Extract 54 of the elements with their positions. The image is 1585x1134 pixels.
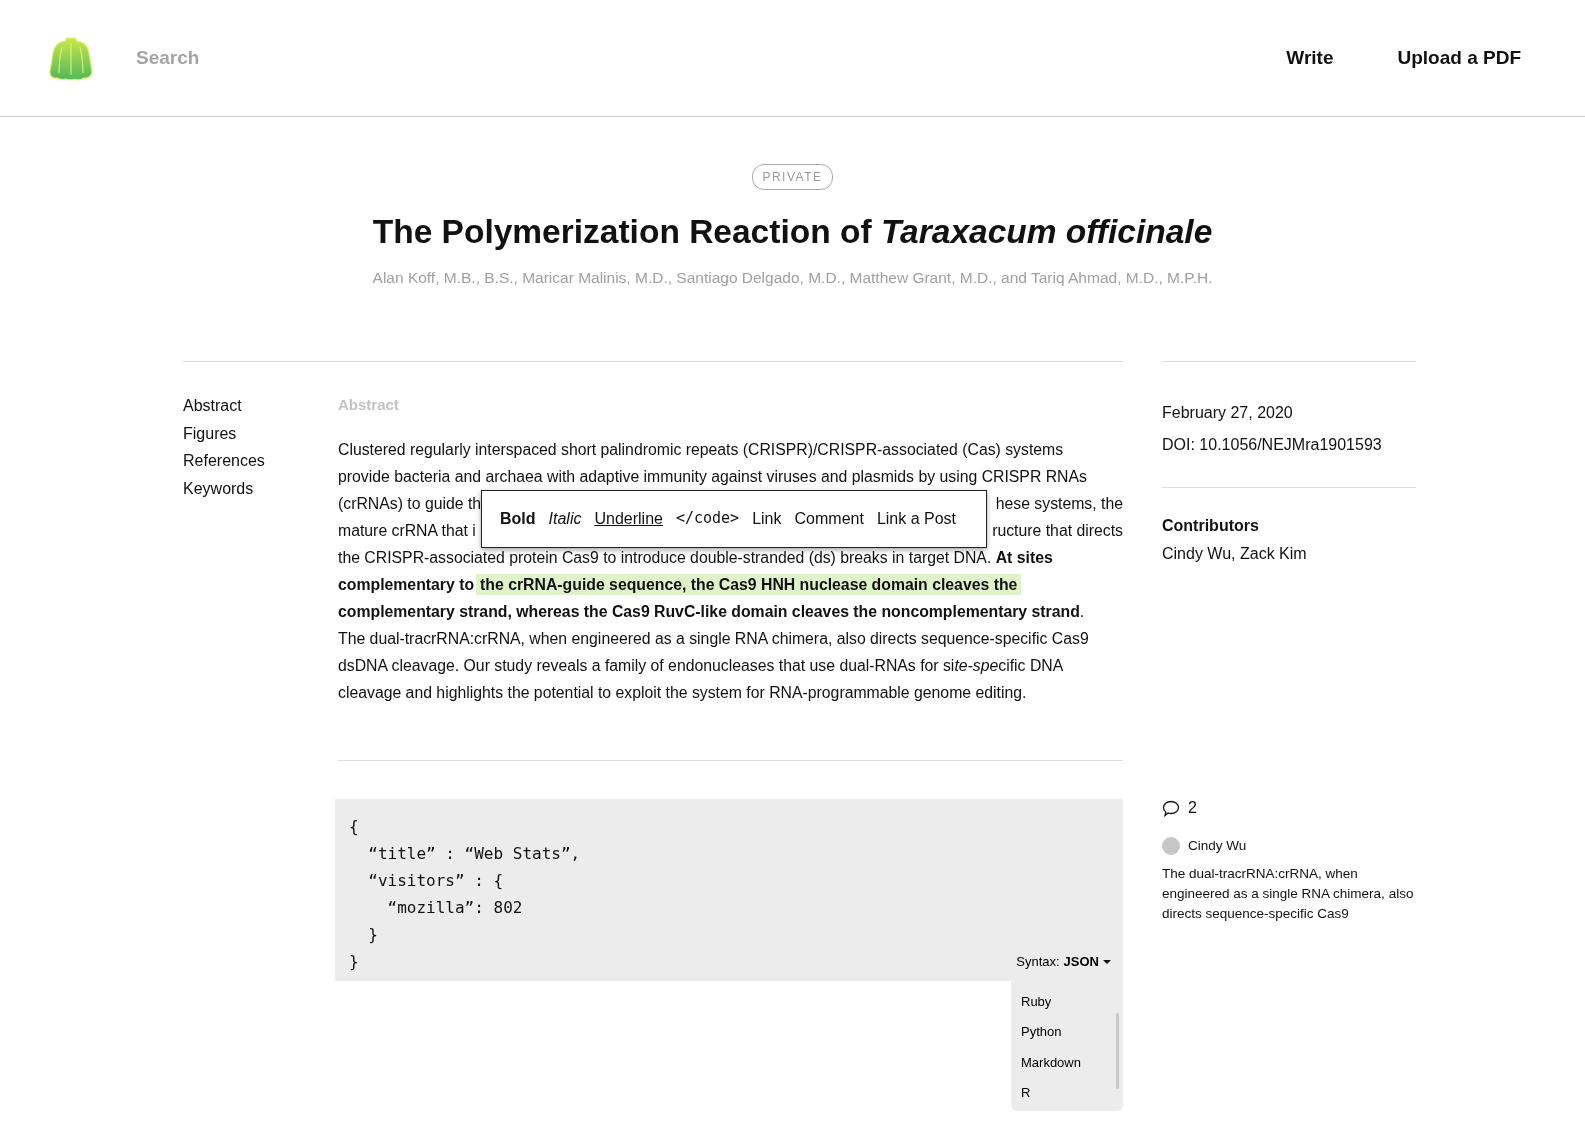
toolbar-button[interactable]: Bold <box>500 505 536 533</box>
contributors-heading: Contributors <box>1162 516 1260 537</box>
text-fragment: mature crRNA that i <box>338 520 476 541</box>
code-line: { <box>349 815 359 838</box>
text-fragment: te-spe <box>954 656 999 674</box>
text-fragment: hese systems, the <box>995 493 1123 514</box>
comment-icon[interactable] <box>1162 799 1180 817</box>
toc-link[interactable]: Abstract <box>183 392 338 420</box>
paragraph-line: Clustered regularly interspaced short palindromic repeats (CRISPR)/CRISPR-associated (Cas) systems <box>338 439 1065 460</box>
section-heading: Abstract <box>338 395 400 416</box>
code-line: “visitors” : { <box>367 869 504 892</box>
toolbar-button[interactable]: Comment <box>794 505 864 533</box>
author-list: Alan Koff, M.B., B.S., Maricar Malinis, M.D., Santiago Delgado, M.D., Matthew Grant, M.D., and Tariq Ahmad, M.D., M.P.H. <box>0 266 1585 290</box>
menu-item[interactable]: R <box>1011 1078 1123 1109</box>
comment-author: Cindy Wu <box>1188 837 1247 856</box>
code-line: “mozilla”: 802 <box>386 896 523 919</box>
paragraph-line: complementary strand, whereas the Cas9 RuvC-like domain cleaves the noncomplementary strand. <box>338 601 1086 622</box>
code-line: } <box>367 923 378 946</box>
search-field[interactable]: Search <box>134 42 434 74</box>
menu-item[interactable]: Markdown <box>1011 1047 1123 1079</box>
paragraph-line: The dual-tracrRNA:crRNA, when engineered as a single RNA chimera, also directs sequence-specific Cas9 <box>338 628 1090 649</box>
toc-link[interactable]: Keywords <box>183 474 338 503</box>
paragraph-line: cleavage and highlights the potential to exploit the system for RNA-programmable genome editing. <box>338 682 1028 703</box>
doi-text: DOI: 10.1056/NEJMra1901593 <box>1162 435 1383 456</box>
toolbar-button[interactable]: Underline <box>594 505 663 533</box>
paragraph-line: the CRISPR-associated protein Cas9 to introduce double-stranded (ds) breaks in target DNA. At sites <box>338 547 1054 568</box>
publication-date: February 27, 2020 <box>1162 403 1294 424</box>
text-fragment: dsDNA cleavage. Our study reveals a family of endonucleases that use dual-RNAs for si <box>338 656 955 674</box>
text-fragment: ructure that directs <box>992 520 1123 541</box>
nav-link[interactable]: Write <box>1286 43 1334 73</box>
comment-count: 2 <box>1188 798 1197 819</box>
highlighted-text: the crRNA-guide sequence, the Cas9 HNH nuclease domain cleaves the <box>476 573 1022 595</box>
code-line: “title” : “Web Stats”, <box>367 842 581 865</box>
text-fragment: cific DNA <box>998 656 1064 674</box>
toolbar-button[interactable]: Link <box>752 505 782 533</box>
toolbar-button[interactable]: Italic <box>548 505 582 533</box>
article-title: The Polymerization Reaction of Taraxacum officinale <box>371 212 1214 252</box>
avatar-icon <box>1162 837 1180 856</box>
toc-link[interactable]: Figures <box>183 419 338 448</box>
nav-link[interactable]: Upload a PDF <box>1397 43 1521 73</box>
toolbar-button[interactable]: </code> <box>675 505 740 533</box>
contributor-names: Cindy Wu, Zack Kim <box>1162 544 1308 565</box>
paragraph-line: provide bacteria and archaea with adaptive immunity against viruses and plasmids by using CRISPR RNAs <box>338 466 1088 487</box>
menu-item[interactable]: Python <box>1011 1017 1123 1048</box>
caret-icon <box>1103 960 1111 965</box>
syntax-dropdown[interactable]: Syntax: JSON <box>1010 951 1117 973</box>
toolbar-button[interactable]: Link a Post <box>876 505 957 533</box>
privacy-tag: PRIVATE <box>752 164 833 190</box>
menu-item[interactable]: Ruby <box>1011 986 1123 1018</box>
code-line: } <box>349 950 359 973</box>
comment-text: The dual-tracrRNA:crRNA, when engineered as a single RNA chimera, also directs sequence-specific Cas9 <box>1162 865 1415 924</box>
toc-link[interactable]: References <box>183 447 338 475</box>
text-fragment: (crRNAs) to guide th <box>338 493 482 514</box>
text-fragment: complementary to <box>338 575 475 593</box>
